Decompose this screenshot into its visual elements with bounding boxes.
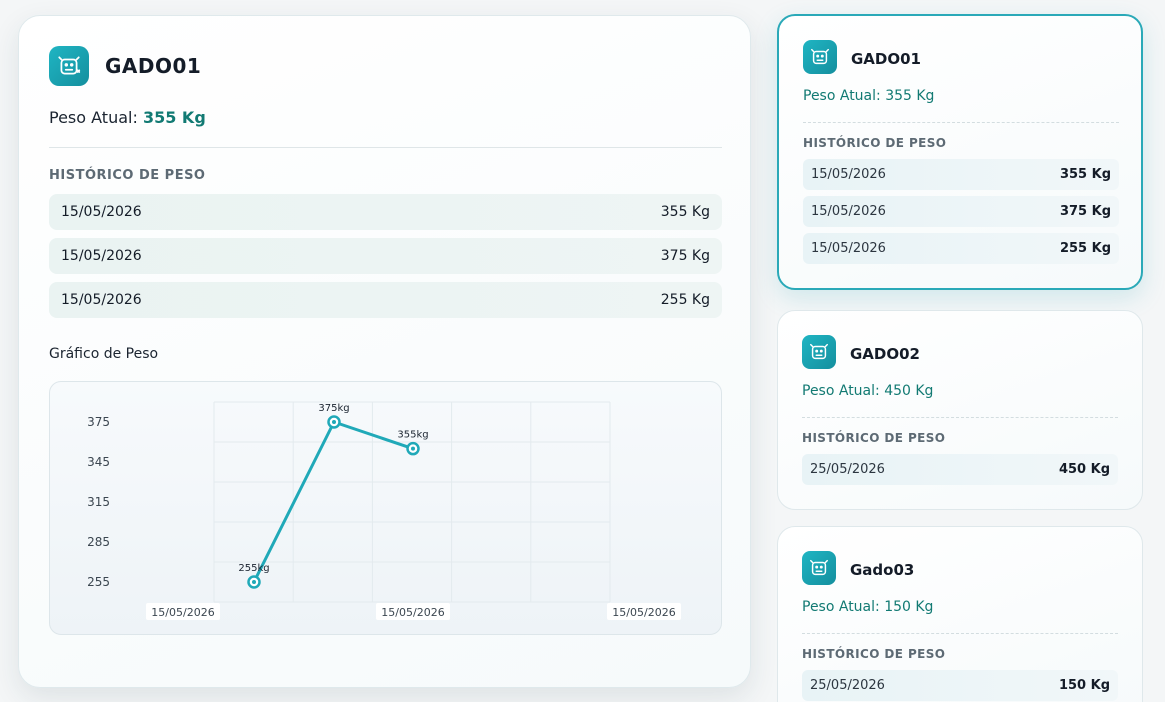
card-history-list: 25/05/2026 450 Kg — [802, 454, 1118, 491]
card-history-label: HISTÓRICO DE PESO — [802, 431, 946, 445]
history-weight: 375 Kg — [1059, 204, 1111, 219]
cow-icon — [802, 551, 836, 585]
divider — [49, 147, 722, 148]
chart-title: Gráfico de Peso — [49, 346, 159, 362]
x-tick-label: 15/05/2026 — [381, 606, 444, 619]
card-history-list: 25/05/2026 150 Kg — [802, 670, 1118, 702]
card-title: GADO02 — [850, 345, 920, 363]
history-weight: 450 Kg — [1058, 462, 1110, 477]
animal-card-gado03[interactable]: Gado03 Peso Atual: 150 Kg HISTÓRICO DE P… — [777, 526, 1143, 702]
animal-card-gado01[interactable]: GADO01 Peso Atual: 355 Kg HISTÓRICO DE P… — [777, 14, 1143, 290]
y-tick-label: 315 — [87, 495, 110, 509]
card-current-weight: Peso Atual: 355 Kg — [803, 88, 935, 104]
data-label: 355kg — [397, 430, 428, 441]
y-tick-label: 285 — [87, 535, 110, 549]
card-history-row: 15/05/2026 375 Kg — [803, 196, 1119, 227]
cow-icon — [803, 40, 837, 74]
card-history-list: 15/05/2026 355 Kg 15/05/2026 375 Kg 15/0… — [803, 159, 1119, 270]
y-tick-label: 345 — [87, 455, 110, 469]
card-current-weight: Peso Atual: 150 Kg — [802, 599, 934, 615]
history-weight: 255 Kg — [1059, 241, 1111, 256]
card-history-label: HISTÓRICO DE PESO — [803, 136, 947, 150]
card-current-weight: Peso Atual: 450 Kg — [802, 383, 934, 399]
history-date: 15/05/2026 — [811, 241, 886, 256]
animal-title: GADO01 — [105, 54, 202, 78]
history-weight: 375 Kg — [660, 248, 710, 264]
card-history-row: 25/05/2026 450 Kg — [802, 454, 1118, 485]
cow-icon — [802, 335, 836, 369]
weight-history-row: 15/05/2026 375 Kg — [49, 238, 722, 274]
series-line — [252, 420, 414, 583]
weight-history-label: HISTÓRICO DE PESO — [49, 168, 206, 183]
history-date: 25/05/2026 — [810, 462, 885, 477]
card-title: Gado03 — [850, 561, 915, 579]
divider — [803, 122, 1119, 123]
history-date: 15/05/2026 — [61, 292, 142, 308]
cow-icon — [49, 46, 89, 86]
data-point-center — [411, 446, 415, 451]
history-date: 15/05/2026 — [61, 248, 142, 264]
y-tick-label: 255 — [87, 575, 110, 589]
history-date: 15/05/2026 — [811, 167, 886, 182]
divider — [802, 417, 1118, 418]
history-weight: 355 Kg — [1059, 167, 1111, 182]
x-tick-label: 15/05/2026 — [612, 606, 675, 619]
current-weight-label: Peso Atual: — [49, 108, 138, 127]
card-history-row: 25/05/2026 150 Kg — [802, 670, 1118, 701]
history-date: 15/05/2026 — [811, 204, 886, 219]
data-point-center — [332, 420, 336, 424]
animal-detail-card: GADO01 Peso Atual: 355 Kg HISTÓRICO DE P… — [18, 15, 751, 688]
history-weight: 150 Kg — [1058, 678, 1110, 693]
animal-card-gado02[interactable]: GADO02 Peso Atual: 450 Kg HISTÓRICO DE P… — [777, 310, 1143, 510]
weight-history-row: 15/05/2026 355 Kg — [49, 194, 722, 230]
history-date: 15/05/2026 — [61, 204, 142, 220]
y-tick-label: 375 — [87, 415, 110, 429]
card-history-row: 15/05/2026 355 Kg — [803, 159, 1119, 190]
history-date: 25/05/2026 — [810, 678, 885, 693]
data-point-center — [252, 580, 256, 584]
current-weight: Peso Atual: 355 Kg — [49, 108, 206, 127]
history-weight: 255 Kg — [660, 292, 710, 308]
x-tick-label: 15/05/2026 — [151, 606, 214, 619]
divider — [802, 633, 1118, 634]
data-label: 255kg — [238, 563, 269, 574]
data-label: 375kg — [318, 403, 349, 414]
card-title: GADO01 — [851, 50, 921, 68]
weight-history-row: 15/05/2026 255 Kg — [49, 282, 722, 318]
current-weight-value: 355 Kg — [142, 108, 206, 127]
weight-chart-svg: 255 285 315 345 375 15/05/2026 15/05/2026 15/05… — [87, 401, 681, 620]
weight-history-list: 15/05/2026 355 Kg 15/05/2026 375 Kg 15/0… — [49, 194, 722, 326]
history-weight: 355 Kg — [660, 204, 710, 220]
card-history-row: 15/05/2026 255 Kg — [803, 233, 1119, 264]
card-history-label: HISTÓRICO DE PESO — [802, 647, 946, 661]
weight-chart: 255 285 315 345 375 15/05/2026 15/05/2026 15/05… — [49, 381, 722, 635]
